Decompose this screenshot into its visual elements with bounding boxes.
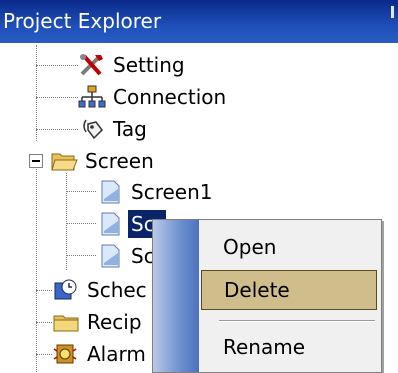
tree-item-screen1[interactable]: Screen1 <box>96 177 215 207</box>
tree-item-label: Alarm <box>87 342 146 366</box>
schedule-icon <box>52 277 80 303</box>
context-menu: Open Delete Rename <box>152 219 382 373</box>
tree-item-connection[interactable]: Connection <box>78 82 229 112</box>
menu-item-delete[interactable]: Delete <box>201 270 377 310</box>
tree-line <box>36 290 52 291</box>
tree-item-screen[interactable]: Screen <box>50 146 157 176</box>
tree-item-label: Connection <box>113 85 227 109</box>
tree-line <box>36 97 78 98</box>
tree-line <box>66 255 96 256</box>
tree-line <box>36 65 78 66</box>
tag-icon <box>78 116 106 142</box>
alarm-icon <box>52 341 80 367</box>
tree-item-screen3[interactable]: Sc <box>96 241 158 271</box>
menu-separator <box>219 320 375 322</box>
tree-item-label: Recip <box>87 310 142 334</box>
menu-item-open[interactable]: Open <box>201 227 377 267</box>
tree-line <box>36 45 37 141</box>
panel-title: Project Explorer <box>3 9 162 33</box>
tree-item-alarm[interactable]: Alarm <box>52 339 149 369</box>
tree-item-label: Tag <box>113 117 147 141</box>
screen-page-icon <box>96 179 124 205</box>
tree-item-label: Screen1 <box>131 180 213 204</box>
tree-item-label: Setting <box>113 53 185 77</box>
tree-line <box>66 191 96 192</box>
tree-line <box>66 223 96 224</box>
tree-line <box>36 354 52 355</box>
tree-line <box>36 129 78 130</box>
screen-page-icon <box>96 211 124 237</box>
collapse-toggle[interactable] <box>29 154 43 168</box>
folder-icon <box>52 309 80 335</box>
tree-line <box>36 322 52 323</box>
network-icon <box>78 84 106 110</box>
tree-item-setting[interactable]: Setting <box>78 50 188 80</box>
menu-side-strip <box>153 220 199 372</box>
tools-icon <box>78 52 106 78</box>
tree-item-tag[interactable]: Tag <box>78 114 150 144</box>
tree-item-recipe[interactable]: Recip <box>52 307 145 337</box>
menu-item-rename[interactable]: Rename <box>201 327 377 367</box>
pin-icon[interactable] <box>391 6 394 18</box>
open-folder-icon <box>50 148 78 174</box>
tree-item-label: Screen <box>85 149 154 173</box>
screen-page-icon <box>96 243 124 269</box>
tree-item-label: Schec <box>87 278 147 302</box>
tree-item-schedule[interactable]: Schec <box>52 275 150 305</box>
tree-line <box>36 169 37 372</box>
panel-title-bar: Project Explorer <box>0 0 398 43</box>
